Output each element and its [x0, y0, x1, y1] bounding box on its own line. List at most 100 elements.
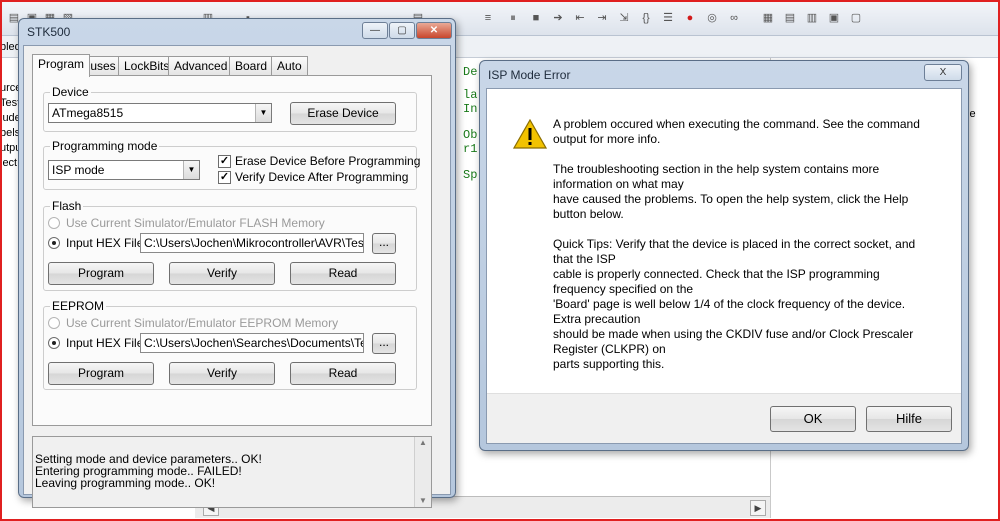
editor-line: r1 — [463, 142, 478, 156]
message-line: button below. — [553, 207, 624, 221]
radio-selected-icon[interactable] — [48, 337, 60, 349]
message-line: should be made when using the CKDIV fuse… — [553, 327, 914, 341]
message-line: output for more info. — [553, 132, 661, 146]
breakpoint-icon[interactable]: ● — [682, 10, 698, 26]
device-select[interactable]: ATmega8515 ▼ — [48, 103, 272, 123]
stop-icon[interactable]: ■ — [528, 10, 544, 26]
eeprom-browse-button[interactable]: ... — [372, 333, 396, 354]
device-select-value: ATmega8515 — [52, 106, 124, 120]
chevron-down-icon[interactable]: ▼ — [255, 104, 271, 122]
message-line: information on what may — [553, 177, 684, 191]
erase-before-label: Erase Device Before Programming — [235, 154, 421, 168]
step-icon[interactable]: ≡ — [480, 10, 496, 26]
flash-hex-radio[interactable]: Input HEX File — [48, 236, 143, 250]
maximize-icon[interactable]: ▢ — [389, 22, 415, 39]
message-line: that the ISP — [553, 252, 616, 266]
programming-mode-label: Programming mode — [50, 139, 160, 153]
checkmark-icon[interactable]: ✓ — [218, 154, 231, 168]
checkmark-icon[interactable]: ✓ — [218, 170, 231, 184]
radio-selected-icon[interactable] — [48, 237, 60, 249]
processor-icon[interactable]: ▣ — [826, 10, 842, 26]
flash-browse-button[interactable]: ... — [372, 233, 396, 254]
device-group: Device ATmega8515 ▼ Erase Device — [43, 85, 417, 132]
programming-mode-value: ISP mode — [52, 163, 105, 177]
message-line: have caused the problems. To open the he… — [553, 192, 909, 206]
step-over-icon[interactable]: ⇥ — [594, 10, 610, 26]
message-line: 'Board' page is well below 1/4 of the cl… — [553, 297, 906, 311]
close-icon[interactable]: ✕ — [416, 22, 452, 39]
list-icon[interactable]: ☰ — [660, 10, 676, 26]
radio-icon[interactable] — [48, 217, 60, 229]
scroll-right-icon[interactable]: ▶ — [750, 500, 766, 516]
chevron-down-icon[interactable]: ▼ — [183, 161, 199, 179]
erase-before-checkbox[interactable]: ✓ Erase Device Before Programming — [218, 154, 420, 168]
step-out-icon[interactable]: ⇲ — [616, 10, 632, 26]
verify-after-checkbox[interactable]: ✓ Verify Device After Programming — [218, 170, 408, 184]
message-line: cable is properly connected. Check that … — [553, 267, 880, 281]
editor-line: Ob — [463, 128, 478, 142]
glasses-icon[interactable]: ∞ — [726, 10, 742, 26]
scroll-down-icon[interactable]: ▼ — [415, 495, 431, 507]
log-line: Leaving programming mode.. OK! — [35, 476, 216, 490]
status-log: Setting mode and device parameters.. OK!… — [32, 436, 432, 508]
flash-program-button[interactable]: Program — [48, 262, 154, 285]
eeprom-label: EEPROM — [50, 299, 107, 313]
log-scrollbar[interactable]: ▲ ▼ — [414, 437, 431, 507]
close-icon[interactable]: X — [924, 64, 962, 81]
registers-icon[interactable]: ▤ — [782, 10, 798, 26]
tab-program[interactable]: Program — [32, 54, 91, 77]
programming-mode-group: Programming mode ISP mode ▼ ✓ Erase Devi… — [43, 139, 420, 190]
editor-line: De — [463, 65, 478, 79]
message-line: The troubleshooting section in the help … — [553, 162, 880, 176]
tab-advanced[interactable]: Advanced — [168, 56, 234, 76]
eeprom-hex-path-field[interactable]: C:\Users\Jochen\Searches\Documents\Test\ — [140, 333, 364, 353]
watch-icon[interactable]: ◎ — [704, 10, 720, 26]
verify-after-label: Verify Device After Programming — [235, 170, 409, 184]
dialog-title: ISP Mode Error — [488, 68, 571, 82]
step-into-icon[interactable]: ⇤ — [572, 10, 588, 26]
run-icon[interactable]: ➔ — [550, 10, 566, 26]
dialog-button-bar: OK Hilfe — [487, 393, 961, 443]
editor-line: In — [463, 102, 478, 116]
io-view-icon[interactable]: ▥ — [804, 10, 820, 26]
programming-mode-select[interactable]: ISP mode ▼ — [48, 160, 200, 180]
pause-icon[interactable]: ⏸ — [505, 10, 521, 26]
braces-icon[interactable]: {} — [638, 10, 654, 26]
radio-icon[interactable] — [48, 317, 60, 329]
tab-auto[interactable]: Auto — [271, 56, 308, 76]
message-paragraph-3: Quick Tips: Verify that the device is pl… — [553, 237, 923, 372]
window-icon[interactable]: ▢ — [848, 10, 864, 26]
erase-device-button[interactable]: Erase Device — [290, 102, 396, 125]
flash-hex-path-field[interactable]: C:\Users\Jochen\Mikrocontroller\AVR\Test… — [140, 233, 364, 253]
message-line: Register (CLKPR) on — [553, 342, 666, 356]
warning-icon — [513, 119, 547, 149]
memory-icon[interactable]: ▦ — [760, 10, 776, 26]
eeprom-verify-button[interactable]: Verify — [169, 362, 275, 385]
tab-lockbits[interactable]: LockBits — [118, 56, 176, 76]
eeprom-hex-radio[interactable]: Input HEX File — [48, 336, 143, 350]
eeprom-simulator-radio[interactable]: Use Current Simulator/Emulator EEPROM Me… — [48, 316, 338, 330]
error-message: A problem occured when executing the com… — [553, 117, 923, 387]
flash-label: Flash — [50, 199, 84, 213]
flash-simulator-label: Use Current Simulator/Emulator FLASH Mem… — [66, 216, 325, 230]
device-group-label: Device — [50, 85, 91, 99]
message-line: A problem occured when executing the com… — [553, 117, 920, 131]
editor-line: Sp — [463, 168, 478, 182]
minimize-icon[interactable]: — — [362, 22, 388, 39]
flash-read-button[interactable]: Read — [290, 262, 396, 285]
help-button[interactable]: Hilfe — [866, 406, 952, 432]
isp-error-dialog: ISP Mode Error X A problem occured when … — [479, 60, 969, 451]
flash-hex-label: Input HEX File — [66, 236, 144, 250]
eeprom-program-button[interactable]: Program — [48, 362, 154, 385]
flash-simulator-radio[interactable]: Use Current Simulator/Emulator FLASH Mem… — [48, 216, 325, 230]
stk500-window: STK500 — ▢ ✕ Program Fuses LockBits Adva… — [18, 18, 456, 508]
message-line: Extra precaution — [553, 312, 641, 326]
message-paragraph-2: The troubleshooting section in the help … — [553, 162, 923, 222]
scroll-up-icon[interactable]: ▲ — [415, 437, 431, 449]
eeprom-read-button[interactable]: Read — [290, 362, 396, 385]
tab-board[interactable]: Board — [229, 56, 274, 76]
ok-button[interactable]: OK — [770, 406, 856, 432]
eeprom-group: EEPROM Use Current Simulator/Emulator EE… — [43, 299, 417, 390]
message-line: parts supporting this. — [553, 357, 665, 371]
flash-verify-button[interactable]: Verify — [169, 262, 275, 285]
